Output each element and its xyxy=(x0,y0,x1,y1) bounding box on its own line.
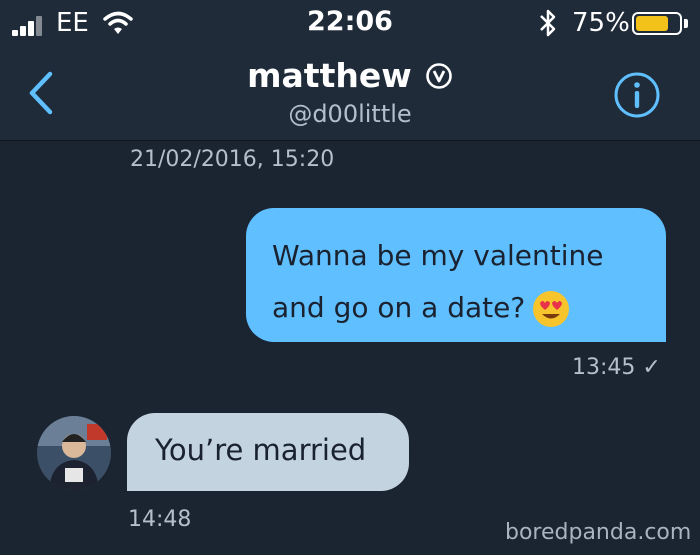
battery-level-fill xyxy=(636,16,668,31)
sent-message-bubble[interactable]: Wanna be my valentine and go on a date? xyxy=(246,208,666,342)
sent-message-time: 13:45 xyxy=(572,355,636,380)
battery-percent: 75% xyxy=(572,8,630,38)
sent-message-meta: 13:45 ✓ xyxy=(572,355,661,380)
battery-icon xyxy=(632,12,682,35)
heart-eyes-emoji-icon xyxy=(533,291,570,327)
verified-v-icon xyxy=(426,62,452,89)
avatar-photo xyxy=(37,416,111,490)
read-receipt-check-icon: ✓ xyxy=(642,355,661,380)
contact-name: matthew xyxy=(247,56,412,95)
contact-title[interactable]: matthew xyxy=(0,56,700,95)
sent-message-line: Wanna be my valentine xyxy=(272,239,604,272)
battery-tip xyxy=(684,19,688,28)
watermark: boredpanda.com xyxy=(505,520,692,545)
conversation-header: matthew @d00little xyxy=(0,50,700,141)
bluetooth-icon xyxy=(540,9,556,37)
conversation-date-stamp: 21/02/2016, 15:20 xyxy=(130,147,335,172)
received-message-time: 14:48 xyxy=(128,507,192,532)
sent-message-line: and go on a date? xyxy=(272,282,640,334)
avatar[interactable] xyxy=(37,416,111,490)
status-bar: EE 22:06 75% xyxy=(0,0,700,50)
received-message-text: You’re married xyxy=(155,433,367,467)
received-message-bubble[interactable]: You’re married xyxy=(127,413,409,491)
contact-handle: @d00little xyxy=(288,100,412,128)
info-icon[interactable] xyxy=(612,70,662,120)
